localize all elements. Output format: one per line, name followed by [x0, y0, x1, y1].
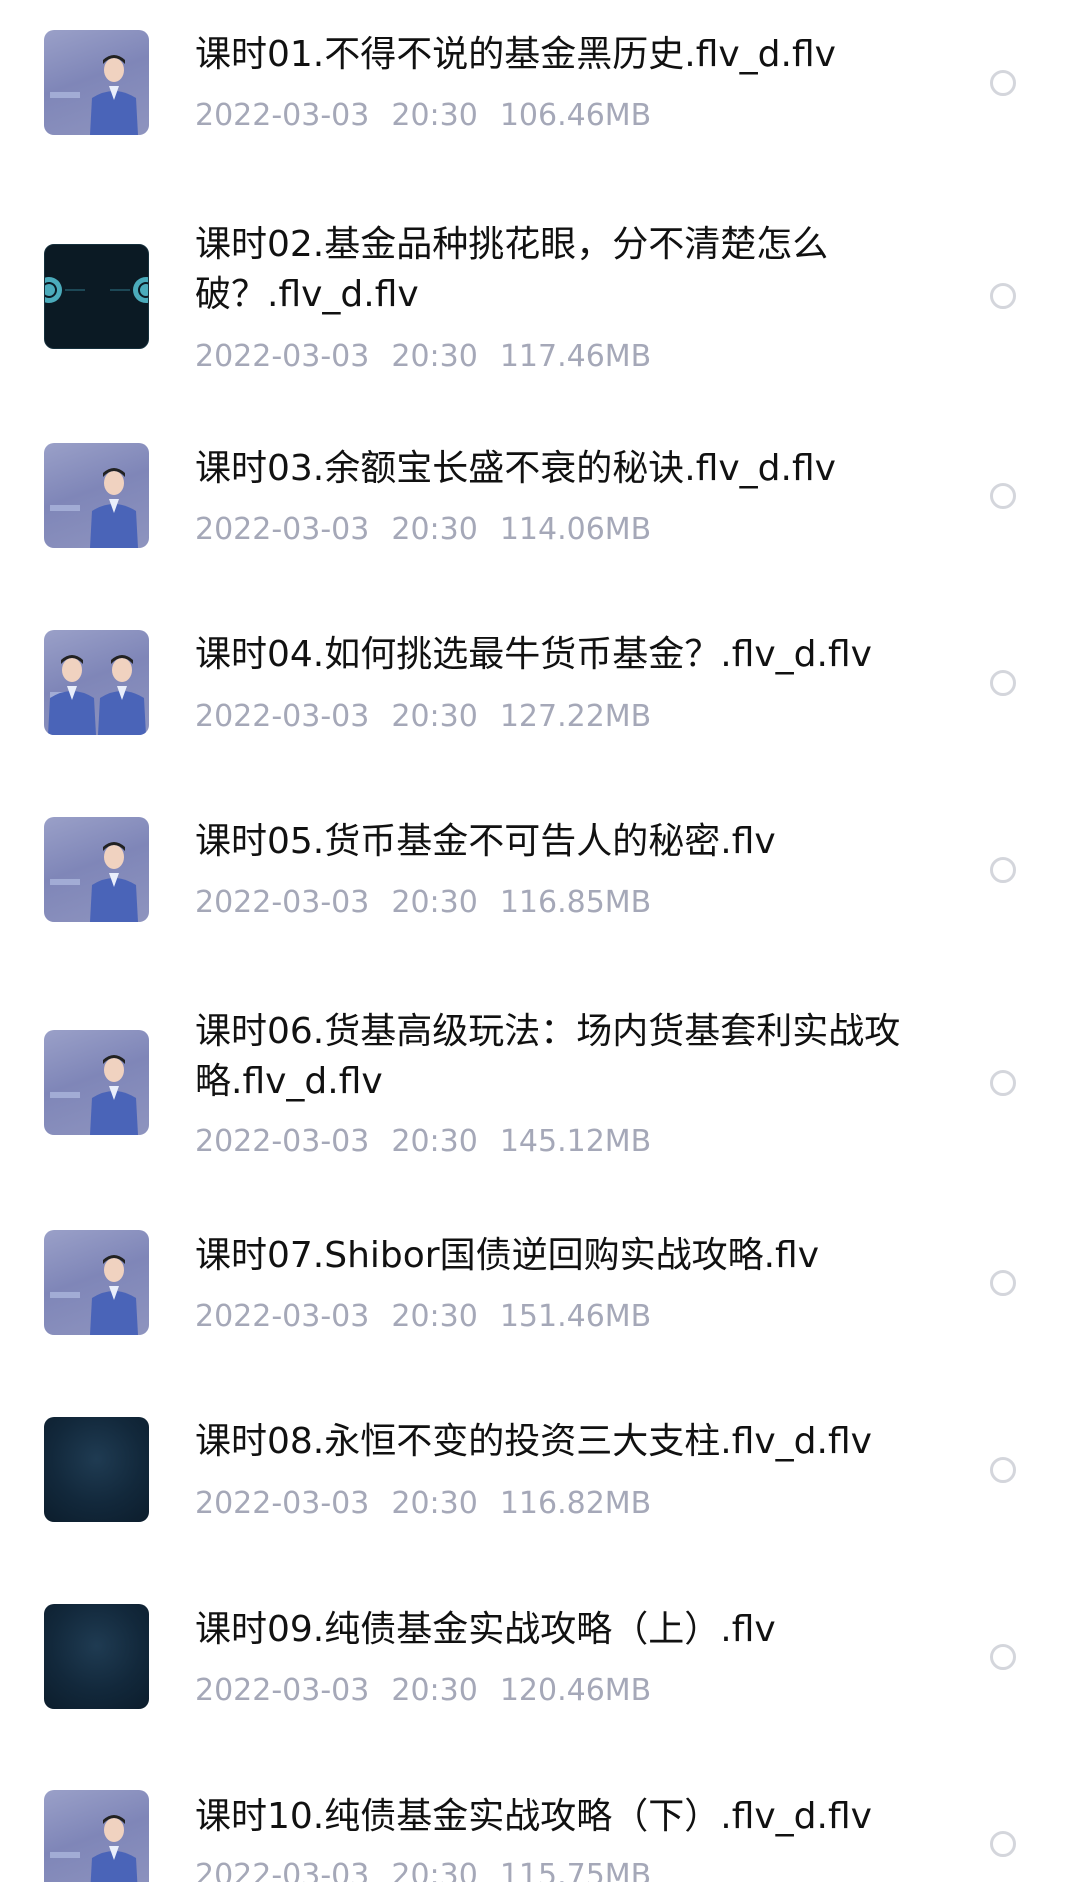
- file-date: 2022-03-03: [195, 98, 370, 133]
- file-time: 20:30: [391, 1124, 478, 1159]
- file-date: 2022-03-03: [195, 1486, 370, 1521]
- video-thumbnail: [44, 443, 149, 548]
- file-name: 课时09.纯债基金实战攻略（上）.flv: [195, 1609, 776, 1650]
- radio-unchecked-icon[interactable]: [990, 1457, 1016, 1483]
- file-size: 106.46MB: [499, 98, 652, 133]
- radio-unchecked-icon[interactable]: [990, 1831, 1016, 1857]
- video-thumbnail: [44, 630, 149, 735]
- video-thumbnail: [44, 1417, 149, 1522]
- file-meta: 2022-03-03 20:30 117.46MB: [195, 337, 673, 377]
- video-thumbnail: [44, 244, 149, 349]
- file-meta: 2022-03-03 20:30 115.75MB: [195, 1856, 673, 1882]
- radio-unchecked-icon[interactable]: [990, 283, 1016, 309]
- file-size: 151.46MB: [499, 1299, 652, 1334]
- radio-unchecked-icon[interactable]: [990, 1070, 1016, 1096]
- file-time: 20:30: [391, 1299, 478, 1334]
- file-size: 115.75MB: [499, 1858, 652, 1882]
- file-size: 116.85MB: [499, 885, 652, 920]
- radio-unchecked-icon[interactable]: [990, 483, 1016, 509]
- file-name: 课时03.余额宝长盛不衰的秘诀.flv_d.flv: [195, 448, 836, 489]
- file-meta: 2022-03-03 20:30 114.06MB: [195, 510, 673, 550]
- file-meta: 2022-03-03 20:30 127.22MB: [195, 697, 673, 737]
- file-size: 120.46MB: [499, 1673, 652, 1708]
- file-time: 20:30: [391, 699, 478, 734]
- file-size: 114.06MB: [499, 512, 652, 547]
- video-thumbnail: [44, 30, 149, 135]
- file-time: 20:30: [391, 885, 478, 920]
- file-date: 2022-03-03: [195, 1673, 370, 1708]
- file-name: 课时06.货基高级玩法：场内货基套利实战攻略.flv_d.flv: [195, 1011, 901, 1102]
- file-meta: 2022-03-03 20:30 116.82MB: [195, 1484, 673, 1524]
- file-meta: 2022-03-03 20:30 151.46MB: [195, 1297, 673, 1337]
- file-name: 课时05.货币基金不可告人的秘密.flv: [195, 821, 776, 862]
- file-name: 课时07.Shibor国债逆回购实战攻略.flv: [195, 1235, 820, 1276]
- file-meta: 2022-03-03 20:30 116.85MB: [195, 883, 673, 923]
- file-meta: 2022-03-03 20:30 145.12MB: [195, 1122, 673, 1162]
- file-time: 20:30: [391, 339, 478, 374]
- file-size: 145.12MB: [499, 1124, 652, 1159]
- video-thumbnail: [44, 1030, 149, 1135]
- file-name: 课时10.纯债基金实战攻略（下）.flv_d.flv: [195, 1796, 872, 1837]
- file-name: 课时02.基金品种挑花眼，分不清楚怎么破？.flv_d.flv: [195, 224, 829, 315]
- radio-unchecked-icon[interactable]: [990, 857, 1016, 883]
- radio-unchecked-icon[interactable]: [990, 1270, 1016, 1296]
- file-date: 2022-03-03: [195, 1858, 370, 1882]
- file-date: 2022-03-03: [195, 1124, 370, 1159]
- file-date: 2022-03-03: [195, 885, 370, 920]
- file-time: 20:30: [391, 512, 478, 547]
- file-time: 20:30: [391, 1486, 478, 1521]
- radio-unchecked-icon[interactable]: [990, 670, 1016, 696]
- radio-unchecked-icon[interactable]: [990, 70, 1016, 96]
- file-date: 2022-03-03: [195, 339, 370, 374]
- file-meta: 2022-03-03 20:30 120.46MB: [195, 1671, 673, 1711]
- video-thumbnail: [44, 1790, 149, 1882]
- file-list: 课时01.不得不说的基金黑历史.flv_d.flv 2022-03-03 20:30…: [0, 0, 1080, 1882]
- file-date: 2022-03-03: [195, 1299, 370, 1334]
- file-name: 课时01.不得不说的基金黑历史.flv_d.flv: [195, 34, 836, 75]
- file-meta: 2022-03-03 20:30 106.46MB: [195, 96, 673, 136]
- file-time: 20:30: [391, 98, 478, 133]
- file-size: 117.46MB: [499, 339, 652, 374]
- file-time: 20:30: [391, 1858, 478, 1882]
- file-size: 116.82MB: [499, 1486, 652, 1521]
- file-name: 课时04.如何挑选最牛货币基金？.flv_d.flv: [195, 634, 872, 675]
- file-date: 2022-03-03: [195, 512, 370, 547]
- file-date: 2022-03-03: [195, 699, 370, 734]
- video-thumbnail: [44, 1604, 149, 1709]
- video-thumbnail: [44, 817, 149, 922]
- file-size: 127.22MB: [499, 699, 652, 734]
- video-thumbnail: [44, 1230, 149, 1335]
- file-time: 20:30: [391, 1673, 478, 1708]
- radio-unchecked-icon[interactable]: [990, 1644, 1016, 1670]
- file-name: 课时08.永恒不变的投资三大支柱.flv_d.flv: [195, 1421, 872, 1462]
